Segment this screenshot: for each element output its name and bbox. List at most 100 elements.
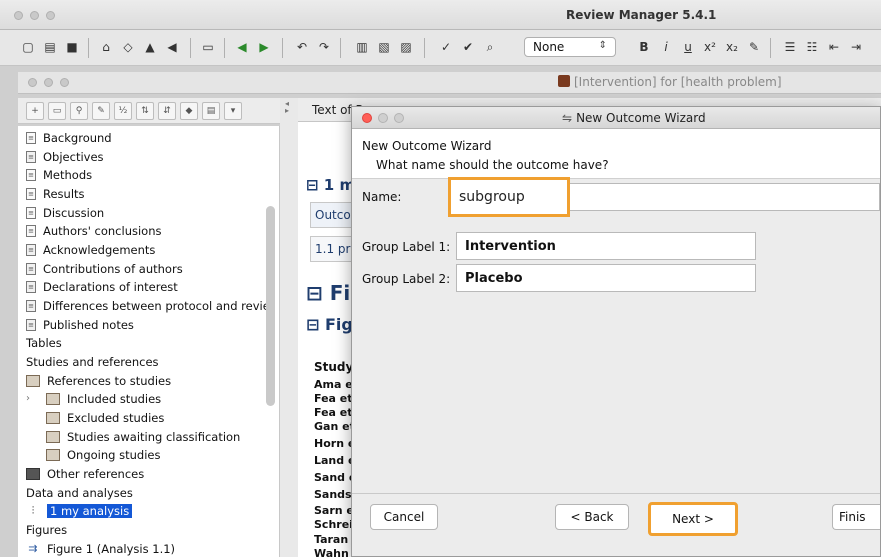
spellcheck-icon[interactable]: ✓ [436,37,456,57]
collapse-arrows-icon[interactable]: ◂ ▸ [285,100,289,115]
study-row: Gan et [314,420,355,433]
group-label-1-input[interactable] [456,232,756,260]
tree-item-acknowledgements[interactable]: ≡ Acknowledgements [26,241,155,259]
tag-icon[interactable]: ◆ [180,102,198,120]
highlight-icon[interactable]: ✎ [744,37,764,57]
tree-item-differences[interactable]: ≡ Differences between protocol and revie [26,297,270,315]
redo-icon[interactable]: ↷ [314,37,334,57]
study-row: Sand e [314,471,357,484]
paragraph-style-select[interactable]: None ⇕ [524,37,616,57]
window-zoom-button[interactable] [46,11,55,20]
superscript-button[interactable]: x² [700,37,720,57]
numbered-list-icon[interactable]: ☷ [802,37,822,57]
move-icon[interactable]: ⇵ [158,102,176,120]
upload-icon[interactable]: ▲ [140,37,160,57]
section-icon: ≡ [26,300,36,312]
save-icon[interactable]: ■ [62,37,82,57]
section-icon: ≡ [26,188,36,200]
tree-item-contributions[interactable]: ≡ Contributions of authors [26,260,183,278]
dialog-close-button[interactable] [362,113,372,123]
dialog-titlebar: ⇋ New Outcome Wizard [352,107,880,129]
outline-scrollbar[interactable] [266,206,275,406]
forward-arrow-icon[interactable]: ▶ [254,37,274,57]
tree-item-studies-references[interactable]: Studies and references [26,353,159,371]
references-icon [26,375,40,387]
pane-splitter[interactable]: ◂ ▸ [280,98,298,557]
italic-button[interactable]: i [656,37,676,57]
download-icon[interactable]: ◀ [162,37,182,57]
tree-item-figures[interactable]: Figures [26,521,67,539]
study-column-header: Study [314,360,354,374]
print-icon[interactable]: ▭ [198,37,218,57]
tree-item-my-analysis[interactable]: ⫶ 1 my analysis [26,502,133,520]
check-in-icon[interactable]: ◇ [118,37,138,57]
dialog-minimize-button [378,113,388,123]
paste-icon[interactable]: ▨ [396,37,416,57]
tree-item-data-and-analyses[interactable]: Data and analyses [26,484,133,502]
window-minimize-button[interactable] [30,11,39,20]
spellcheck-options-icon[interactable]: ✔ [458,37,478,57]
outline-tree: ≡ Background ≡ Objectives ≡ Methods ≡ Result… [18,126,280,557]
tree-item-other-references[interactable]: Other references [26,465,144,483]
copy-icon[interactable]: ▧ [374,37,394,57]
edit-icon[interactable]: ✎ [92,102,110,120]
document-titlebar: [Intervention] for [health problem] [18,72,881,94]
outdent-icon[interactable]: ⇤ [824,37,844,57]
chevron-updown-icon: ⇕ [598,40,607,51]
properties-icon[interactable]: ⚲ [70,102,88,120]
indent-icon[interactable]: ⇥ [846,37,866,57]
tree-item-awaiting-classification[interactable]: Studies awaiting classification [46,428,240,446]
figure-icon: ⇉ [28,542,38,555]
delete-item-icon[interactable]: ▭ [48,102,66,120]
dropdown-icon[interactable]: ▾ [224,102,242,120]
window-close-button[interactable] [14,11,23,20]
study-row: Horn e [314,437,356,450]
name-input-extension[interactable] [570,183,880,211]
doc-zoom-button[interactable] [60,78,69,87]
tree-item-published-notes[interactable]: ≡ Published notes [26,316,134,334]
renumber-icon[interactable]: ½ [114,102,132,120]
references-icon [46,449,60,461]
next-button[interactable]: Next > [648,502,738,536]
bold-button[interactable]: B [634,37,654,57]
dialog-zoom-button [394,113,404,123]
underline-button[interactable]: u [678,37,698,57]
tree-item-declarations[interactable]: ≡ Declarations of interest [26,278,178,296]
study-row: Sands [314,488,352,501]
doc-close-button[interactable] [28,78,37,87]
tree-item-references-to-studies[interactable]: References to studies [26,372,171,390]
tree-item-included-studies[interactable]: Included studies [46,390,161,408]
tree-item-tables[interactable]: Tables [26,334,62,352]
back-arrow-icon[interactable]: ◀ [232,37,252,57]
tree-item-results[interactable]: ≡ Results [26,185,85,203]
tree-item-ongoing-studies[interactable]: Ongoing studies [46,446,160,464]
tree-item-objectives[interactable]: ≡ Objectives [26,148,104,166]
analysis-heading: ⊟ 1 m [306,176,356,194]
undo-icon[interactable]: ↶ [292,37,312,57]
tree-item-discussion[interactable]: ≡ Discussion [26,204,104,222]
subscript-button[interactable]: x₂ [722,37,742,57]
outcome-name-input[interactable] [448,177,570,217]
finish-button[interactable]: Finis [832,504,880,530]
note-icon[interactable]: ▤ [202,102,220,120]
group-label-2-input[interactable] [456,264,756,292]
tree-item-figure-1[interactable]: ⇉ Figure 1 (Analysis 1.1) [26,540,175,557]
new-document-icon[interactable]: ▢ [18,37,38,57]
open-folder-icon[interactable]: ▤ [40,37,60,57]
tree-item-excluded-studies[interactable]: Excluded studies [46,409,164,427]
cut-icon[interactable]: ▥ [352,37,372,57]
tree-item-background[interactable]: ≡ Background [26,129,112,147]
doc-minimize-button[interactable] [44,78,53,87]
chevron-right-icon[interactable]: › [26,393,30,404]
home-icon[interactable]: ⌂ [96,37,116,57]
tree-item-methods[interactable]: ≡ Methods [26,166,92,184]
bullet-list-icon[interactable]: ☰ [780,37,800,57]
cancel-button[interactable]: Cancel [370,504,438,530]
references-icon [46,393,60,405]
analysis-icon: ⫶ [31,504,35,517]
tree-item-authors-conclusions[interactable]: ≡ Authors' conclusions [26,222,161,240]
find-replace-icon[interactable]: ⌕ [480,37,500,57]
add-item-icon[interactable]: + [26,102,44,120]
sort-icon[interactable]: ⇅ [136,102,154,120]
back-button[interactable]: < Back [555,504,629,530]
